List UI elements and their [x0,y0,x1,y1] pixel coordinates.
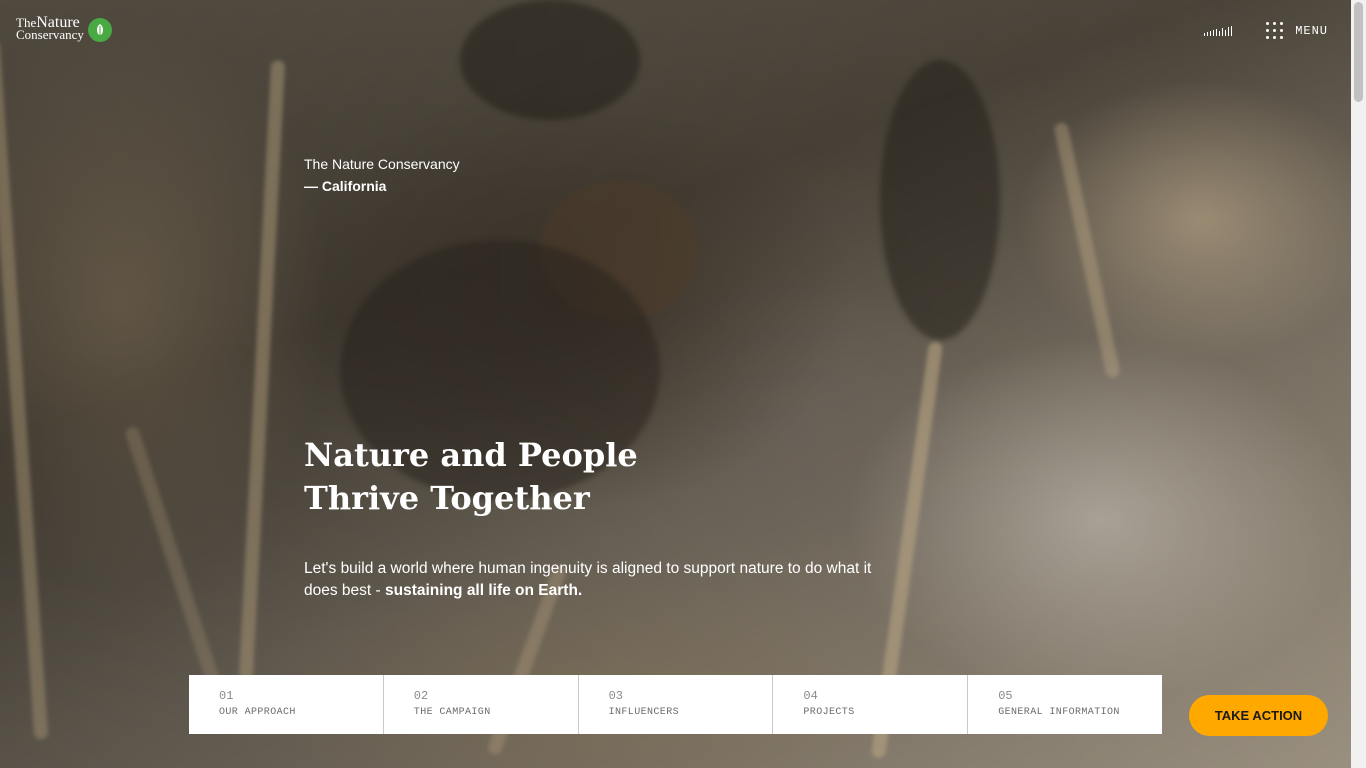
take-action-button[interactable]: TAKE ACTION [1189,695,1328,736]
org-label: The Nature Conservancy — California [304,153,460,197]
nav-item-number: 04 [803,689,818,703]
hero-headline: Nature and People Thrive Together [304,434,724,520]
sound-bars-icon[interactable] [1204,25,1233,36]
nav-item-label: INFLUENCERS [608,707,680,718]
scrollbar-thumb[interactable] [1354,2,1363,102]
leaf-globe-icon [87,18,112,42]
nav-item-the-campaign[interactable]: 02 THE CAMPAIGN [384,675,579,734]
nav-item-projects[interactable]: 04 PROJECTS [773,675,969,734]
nav-item-our-approach[interactable]: 01 OUR APPROACH [189,675,384,734]
header-controls: MENU [1204,22,1328,39]
page: TheNature Conservancy MENU The Nature Co… [0,0,1366,768]
hero-overlay [0,0,1366,768]
nav-item-label: THE CAMPAIGN [413,707,491,718]
section-nav: 01 OUR APPROACH 02 THE CAMPAIGN 03 INFLU… [189,675,1162,734]
nav-item-general-information[interactable]: 05 GENERAL INFORMATION [968,675,1162,734]
subtext-bold: sustaining all life on Earth. [385,582,583,599]
grid-dots-icon [1266,22,1284,39]
scrollbar[interactable] [1351,0,1366,768]
menu-label: MENU [1295,23,1328,38]
hero-subtext: Let's build a world where human ingenuit… [304,558,884,602]
nav-item-number: 02 [413,689,429,703]
nav-item-label: PROJECTS [803,707,855,718]
logo-wordmark: TheNature Conservancy [16,14,84,42]
nav-item-label: GENERAL INFORMATION [998,707,1120,718]
logo[interactable]: TheNature Conservancy [16,14,112,42]
headline-line-1: Nature and People [304,436,638,474]
headline-line-2: Thrive Together [304,479,590,517]
nav-item-number: 01 [219,689,234,703]
region-label: — California [304,178,387,194]
org-name: The Nature Conservancy [304,156,460,172]
nav-item-number: 03 [608,689,623,703]
menu-button[interactable]: MENU [1266,22,1328,39]
nav-item-number: 05 [998,689,1013,703]
nav-item-influencers[interactable]: 03 INFLUENCERS [579,675,774,734]
nav-item-label: OUR APPROACH [219,707,296,718]
